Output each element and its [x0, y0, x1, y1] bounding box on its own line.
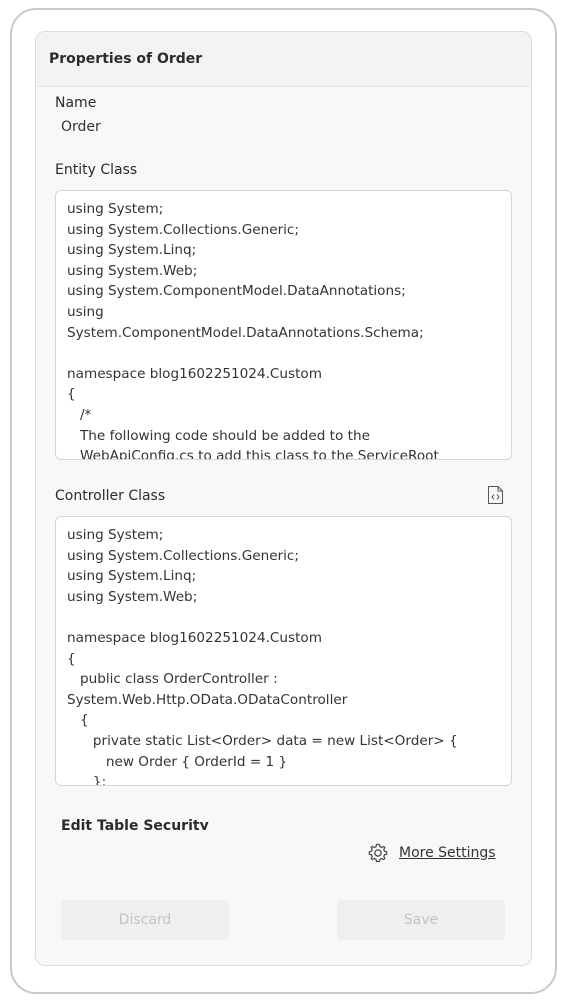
edit-table-security-label: Edit Table Security	[61, 818, 209, 830]
controller-class-code: using System; using System.Collections.G…	[67, 527, 458, 786]
properties-panel: Properties of Order Name Order Entity Cl…	[35, 31, 532, 966]
more-settings-link[interactable]: More Settings	[367, 840, 496, 866]
entity-class-editor[interactable]: using System; using System.Collections.G…	[55, 190, 512, 460]
discard-button[interactable]: Discard	[61, 900, 229, 940]
entity-class-label: Entity Class	[55, 162, 138, 178]
panel-title: Properties of Order	[49, 51, 203, 67]
code-file-icon[interactable]	[487, 485, 504, 505]
entity-class-code: using System; using System.Collections.G…	[67, 201, 439, 460]
controller-class-label: Controller Class	[55, 488, 166, 504]
more-settings-label: More Settings	[399, 845, 496, 861]
gear-icon	[368, 843, 388, 863]
controller-class-editor[interactable]: using System; using System.Collections.G…	[55, 516, 512, 786]
name-label: Name	[55, 95, 97, 111]
name-value: Order	[61, 119, 101, 135]
edit-table-security-heading[interactable]: Edit Table Security	[61, 818, 361, 830]
save-button[interactable]: Save	[337, 900, 505, 940]
panel-header: Properties of Order	[36, 32, 531, 87]
